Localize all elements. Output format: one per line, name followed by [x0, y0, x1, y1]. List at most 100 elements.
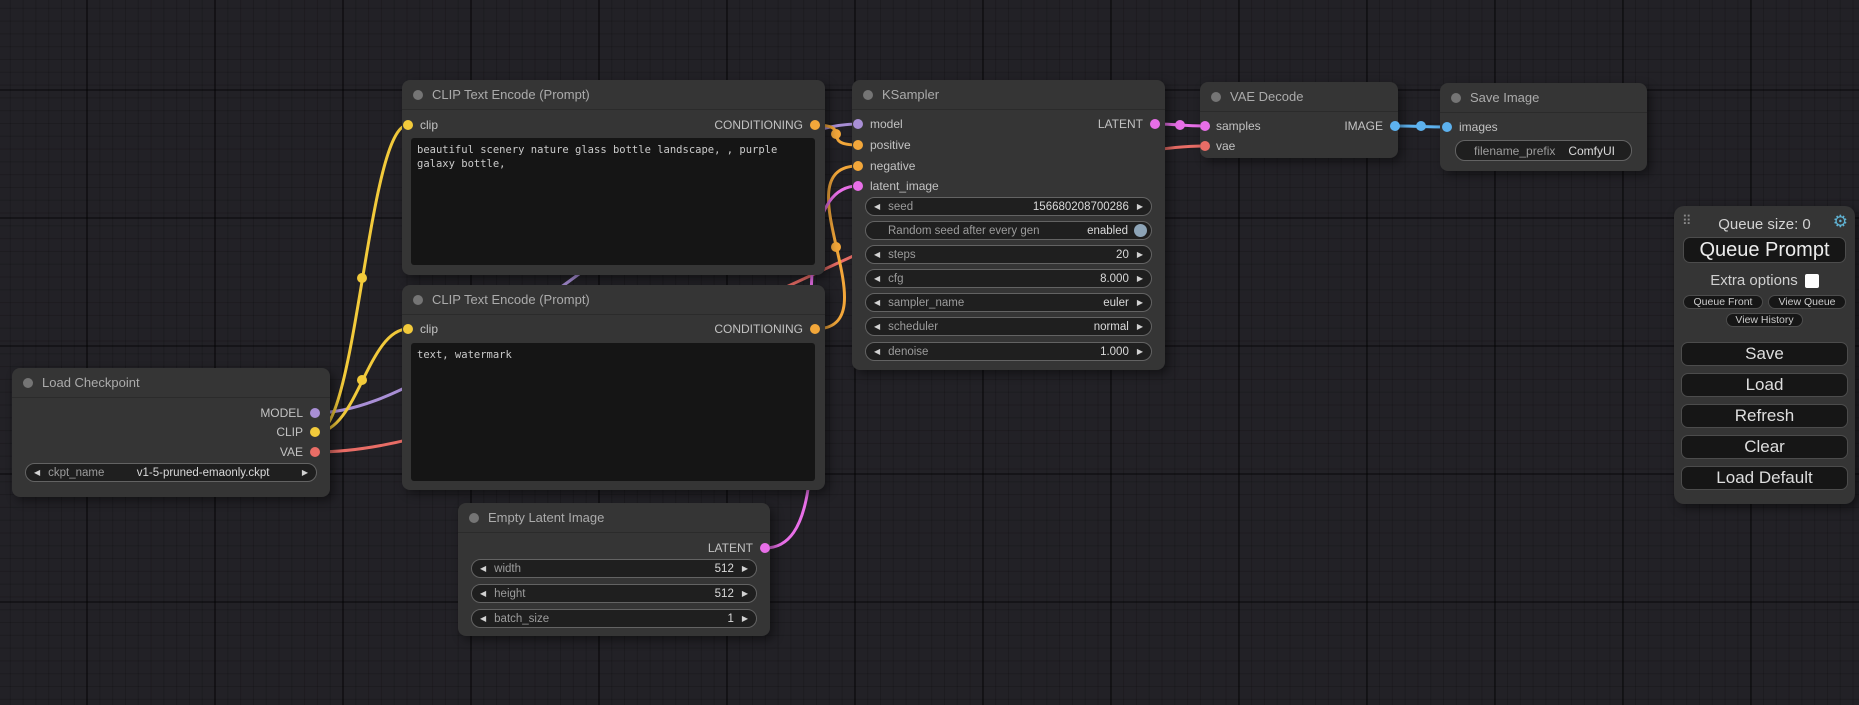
- collapse-dot-icon[interactable]: [1451, 93, 1461, 103]
- view-queue-button[interactable]: View Queue: [1768, 295, 1846, 309]
- output-slot-conditioning[interactable]: [810, 120, 820, 130]
- node-load-checkpoint[interactable]: Load Checkpoint MODEL CLIP VAE ◀ ckpt_na…: [12, 368, 330, 497]
- widget-steps[interactable]: ◀ steps 20 ▶: [865, 245, 1152, 264]
- node-ksampler[interactable]: KSampler model positive negative latent_…: [852, 80, 1165, 370]
- decrement-arrow-icon[interactable]: ◀: [480, 615, 486, 623]
- node-title-bar[interactable]: Save Image: [1440, 83, 1647, 113]
- widget-cfg[interactable]: ◀ cfg 8.000 ▶: [865, 269, 1152, 288]
- wire-midpoint-dot[interactable]: [1416, 121, 1426, 131]
- widget-width[interactable]: ◀ width 512 ▶: [471, 559, 757, 578]
- node-title-bar[interactable]: KSampler: [852, 80, 1165, 110]
- node-title-bar[interactable]: CLIP Text Encode (Prompt): [402, 80, 825, 110]
- node-empty-latent-image[interactable]: Empty Latent Image LATENT ◀ width 512 ▶ …: [458, 503, 770, 636]
- node-vae-decode[interactable]: VAE Decode samples vae IMAGE: [1200, 82, 1398, 158]
- increment-arrow-icon[interactable]: ▶: [1137, 275, 1143, 283]
- save-button[interactable]: Save: [1681, 342, 1848, 366]
- queue-menu-panel[interactable]: ⠿ Queue size: 0 ⚙ Queue Prompt Extra opt…: [1674, 206, 1855, 504]
- decrement-arrow-icon[interactable]: ◀: [480, 565, 486, 573]
- collapse-dot-icon[interactable]: [1211, 92, 1221, 102]
- increment-arrow-icon[interactable]: ▶: [742, 615, 748, 623]
- increment-arrow-icon[interactable]: ▶: [1137, 203, 1143, 211]
- output-slot-model[interactable]: [310, 408, 320, 418]
- wire-midpoint-dot[interactable]: [1175, 120, 1185, 130]
- decrement-arrow-icon[interactable]: ◀: [480, 590, 486, 598]
- widget-value: normal: [1094, 321, 1129, 333]
- prompt-textarea[interactable]: text, watermark: [411, 343, 815, 481]
- widget-filename-prefix[interactable]: filename_prefix ComfyUI: [1455, 140, 1632, 161]
- node-title-bar[interactable]: VAE Decode: [1200, 82, 1398, 112]
- increment-arrow-icon[interactable]: ▶: [1137, 299, 1143, 307]
- wire-midpoint-dot[interactable]: [357, 375, 367, 385]
- decrement-arrow-icon[interactable]: ◀: [874, 251, 880, 259]
- refresh-button[interactable]: Refresh: [1681, 404, 1848, 428]
- widget-scheduler[interactable]: ◀ scheduler normal ▶: [865, 317, 1152, 336]
- load-default-button[interactable]: Load Default: [1681, 466, 1848, 490]
- increment-arrow-icon[interactable]: ▶: [302, 469, 308, 477]
- collapse-dot-icon[interactable]: [413, 295, 423, 305]
- widget-height[interactable]: ◀ height 512 ▶: [471, 584, 757, 603]
- output-slot-latent[interactable]: [1150, 119, 1160, 129]
- load-button[interactable]: Load: [1681, 373, 1848, 397]
- output-slot-conditioning[interactable]: [810, 324, 820, 334]
- output-label-model: MODEL: [260, 405, 303, 421]
- decrement-arrow-icon[interactable]: ◀: [874, 275, 880, 283]
- node-clip-text-encode-negative[interactable]: CLIP Text Encode (Prompt) clip CONDITION…: [402, 285, 825, 490]
- increment-arrow-icon[interactable]: ▶: [1137, 251, 1143, 259]
- graph-canvas[interactable]: Load Checkpoint MODEL CLIP VAE ◀ ckpt_na…: [0, 0, 1859, 705]
- input-slot-clip[interactable]: [403, 120, 413, 130]
- decrement-arrow-icon[interactable]: ◀: [874, 299, 880, 307]
- widget-ckpt-name[interactable]: ◀ ckpt_name v1-5-pruned-emaonly.ckpt ▶: [25, 463, 317, 482]
- input-slot-latent-image[interactable]: [853, 181, 863, 191]
- increment-arrow-icon[interactable]: ▶: [1137, 348, 1143, 356]
- output-slot-vae[interactable]: [310, 447, 320, 457]
- queue-front-button[interactable]: Queue Front: [1683, 295, 1763, 309]
- collapse-dot-icon[interactable]: [413, 90, 423, 100]
- widget-value: ComfyUI: [1568, 144, 1615, 158]
- gear-icon[interactable]: ⚙: [1833, 212, 1848, 232]
- output-slot-clip[interactable]: [310, 427, 320, 437]
- output-label-latent: LATENT: [708, 540, 753, 556]
- widget-batch-size[interactable]: ◀ batch_size 1 ▶: [471, 609, 757, 628]
- input-slot-clip[interactable]: [403, 324, 413, 334]
- decrement-arrow-icon[interactable]: ◀: [874, 348, 880, 356]
- toggle-icon[interactable]: [1134, 224, 1147, 237]
- increment-arrow-icon[interactable]: ▶: [1137, 323, 1143, 331]
- input-slot-vae[interactable]: [1200, 141, 1210, 151]
- node-title-bar[interactable]: Empty Latent Image: [458, 503, 770, 533]
- node-save-image[interactable]: Save Image images filename_prefix ComfyU…: [1440, 83, 1647, 171]
- wire-midpoint-dot[interactable]: [831, 129, 841, 139]
- clear-button[interactable]: Clear: [1681, 435, 1848, 459]
- widget-denoise[interactable]: ◀ denoise 1.000 ▶: [865, 342, 1152, 361]
- node-title-bar[interactable]: Load Checkpoint: [12, 368, 330, 398]
- input-slot-model[interactable]: [853, 119, 863, 129]
- widget-label: height: [494, 588, 525, 600]
- widget-label: sampler_name: [888, 297, 964, 309]
- wire-midpoint-dot[interactable]: [831, 242, 841, 252]
- widget-random-seed[interactable]: Random seed after every gen enabled: [865, 221, 1152, 240]
- input-slot-negative[interactable]: [853, 161, 863, 171]
- decrement-arrow-icon[interactable]: ◀: [874, 323, 880, 331]
- output-slot-latent[interactable]: [760, 543, 770, 553]
- decrement-arrow-icon[interactable]: ◀: [34, 469, 40, 477]
- widget-value: 1: [727, 613, 733, 625]
- input-slot-positive[interactable]: [853, 140, 863, 150]
- input-slot-images[interactable]: [1442, 122, 1452, 132]
- extra-options-checkbox[interactable]: [1805, 274, 1819, 288]
- widget-sampler-name[interactable]: ◀ sampler_name euler ▶: [865, 293, 1152, 312]
- node-title-bar[interactable]: CLIP Text Encode (Prompt): [402, 285, 825, 315]
- node-clip-text-encode-positive[interactable]: CLIP Text Encode (Prompt) clip CONDITION…: [402, 80, 825, 275]
- view-history-button[interactable]: View History: [1726, 313, 1803, 327]
- input-slot-samples[interactable]: [1200, 121, 1210, 131]
- increment-arrow-icon[interactable]: ▶: [742, 590, 748, 598]
- output-slot-image[interactable]: [1390, 121, 1400, 131]
- increment-arrow-icon[interactable]: ▶: [742, 565, 748, 573]
- widget-seed[interactable]: ◀ seed 156680208700286 ▶: [865, 197, 1152, 216]
- wire-midpoint-dot[interactable]: [357, 273, 367, 283]
- collapse-dot-icon[interactable]: [469, 513, 479, 523]
- decrement-arrow-icon[interactable]: ◀: [874, 203, 880, 211]
- collapse-dot-icon[interactable]: [863, 90, 873, 100]
- input-label-images: images: [1459, 119, 1498, 135]
- prompt-textarea[interactable]: beautiful scenery nature glass bottle la…: [411, 138, 815, 265]
- collapse-dot-icon[interactable]: [23, 378, 33, 388]
- queue-prompt-button[interactable]: Queue Prompt: [1683, 237, 1846, 263]
